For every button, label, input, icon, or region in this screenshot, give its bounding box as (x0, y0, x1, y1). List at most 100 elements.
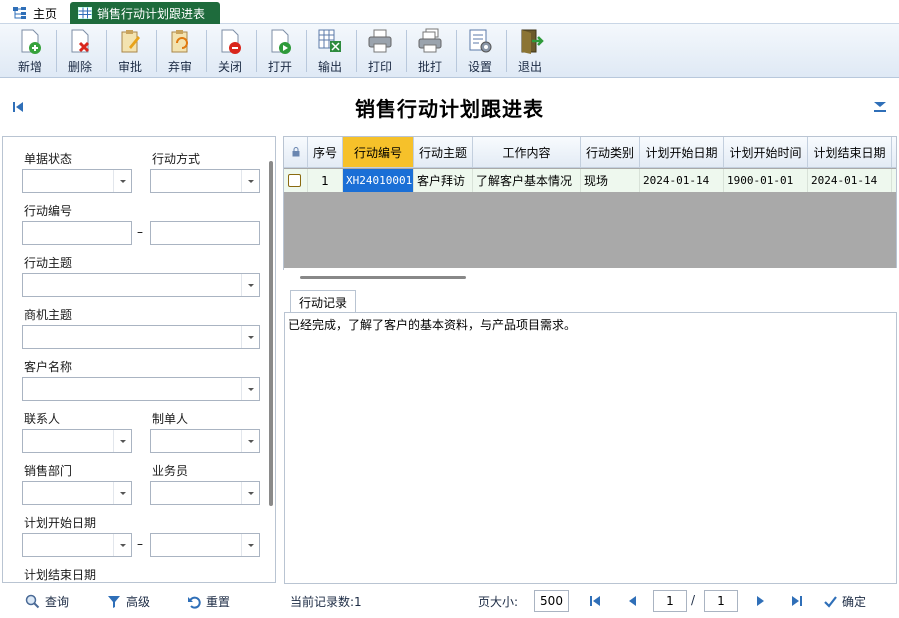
table-cell-seq[interactable]: 1 (308, 169, 343, 192)
table-cell-action-no[interactable]: XH24010001 (343, 169, 414, 192)
collapse-down-icon[interactable] (873, 101, 887, 113)
approve-icon (121, 30, 140, 53)
toolbar: 新增 删除 审批 弃审 关闭 打开 输出 打印 批打 设置 退出 (0, 24, 899, 78)
confirm-label: 确定 (842, 595, 867, 609)
delete-button[interactable]: 删除 (58, 27, 102, 75)
dept-label: 销售部门 (24, 464, 73, 478)
delete-label: 删除 (67, 60, 92, 74)
table-cell-content[interactable]: 了解客户基本情况 (473, 169, 581, 192)
chevron-down-icon[interactable] (241, 430, 259, 452)
query-button[interactable]: 查询 (25, 593, 69, 610)
advanced-label: 高级 (126, 595, 151, 609)
reset-button[interactable]: 重置 (187, 593, 230, 610)
col-header-category[interactable]: 行动类别 (581, 137, 640, 168)
action-subject-select[interactable] (22, 273, 260, 297)
row-checkbox-cell[interactable] (284, 169, 308, 192)
creator-select[interactable] (150, 429, 260, 453)
lock-icon (292, 147, 299, 157)
close-doc-button[interactable]: 关闭 (208, 27, 252, 75)
plan-start-from-select[interactable] (22, 533, 132, 557)
prev-page-icon[interactable] (627, 595, 637, 607)
filter-icon (108, 595, 120, 608)
table-cell-category[interactable]: 现场 (581, 169, 640, 192)
col-header-content[interactable]: 工作内容 (473, 137, 581, 168)
action-no-from-input[interactable] (22, 221, 132, 245)
opportunity-select[interactable] (22, 325, 260, 349)
unapprove-button[interactable]: 弃审 (158, 27, 202, 75)
opportunity-label: 商机主题 (24, 308, 73, 322)
table-cell-plan-end-date[interactable]: 2024-01-14 (808, 169, 892, 192)
settings-button[interactable]: 设置 (458, 27, 502, 75)
creator-label: 制单人 (152, 412, 189, 426)
chevron-down-icon[interactable] (113, 534, 131, 556)
open-doc-button[interactable]: 打开 (258, 27, 302, 75)
first-page-icon[interactable] (589, 595, 601, 607)
table-icon (78, 7, 92, 19)
row-checkbox[interactable] (288, 174, 301, 187)
data-grid: 序号 行动编号 行动主题 工作内容 行动类别 计划开始日期 计划开始时间 计划结… (283, 136, 897, 270)
chevron-down-icon[interactable] (241, 534, 259, 556)
grid-hscrollbar[interactable] (300, 276, 466, 279)
chevron-down-icon[interactable] (241, 326, 259, 348)
status-select[interactable] (22, 169, 132, 193)
plan-end-label: 计划结束日期 (24, 568, 97, 582)
current-page-input[interactable]: 1 (653, 590, 687, 612)
bottom-bar: 查询 高级 重置 当前记录数:1 页大小: 500 1 / 1 确定 (0, 585, 899, 618)
batch-print-button[interactable]: 批打 (408, 27, 452, 75)
action-mode-label: 行动方式 (152, 152, 201, 166)
col-header-action-no[interactable]: 行动编号 (343, 137, 414, 168)
open-doc-label: 打开 (267, 60, 292, 74)
action-no-to-input[interactable] (150, 221, 260, 245)
col-header-plan-start-time[interactable]: 计划开始时间 (724, 137, 808, 168)
salesman-select[interactable] (150, 481, 260, 505)
plan-start-to-select[interactable] (150, 533, 260, 557)
table-cell-plan-start-time[interactable]: 1900-01-01 (724, 169, 808, 192)
plan-start-label: 计划开始日期 (24, 516, 97, 530)
dept-select[interactable] (22, 481, 132, 505)
col-header-plan-start-date[interactable]: 计划开始日期 (640, 137, 724, 168)
advanced-button[interactable]: 高级 (107, 593, 150, 610)
col-header-plan-end-date[interactable]: 计划结束日期 (808, 137, 892, 168)
page-size-input[interactable]: 500 (534, 590, 569, 612)
next-page-icon[interactable] (756, 595, 766, 607)
print-button[interactable]: 打印 (358, 27, 402, 75)
chevron-down-icon[interactable] (113, 170, 131, 192)
new-button[interactable]: 新增 (8, 27, 52, 75)
filter-scrollbar[interactable] (269, 161, 273, 506)
reset-label: 重置 (206, 595, 231, 609)
tab-action-record[interactable]: 行动记录 (290, 290, 356, 313)
table-cell-subject[interactable]: 客户拜访 (414, 169, 473, 192)
table-cell-plan-start-date[interactable]: 2024-01-14 (640, 169, 724, 192)
contact-select[interactable] (22, 429, 132, 453)
exit-icon (521, 29, 544, 54)
confirm-button[interactable]: 确定 (824, 593, 866, 610)
chevron-down-icon[interactable] (241, 274, 259, 296)
approve-label: 审批 (117, 60, 142, 74)
tab-home[interactable]: 主页 (4, 2, 65, 24)
col-header-seq[interactable]: 序号 (308, 137, 343, 168)
last-page-icon[interactable] (791, 595, 803, 607)
action-no-label: 行动编号 (24, 204, 73, 218)
customer-select[interactable] (22, 377, 260, 401)
close-doc-label: 关闭 (217, 60, 242, 74)
tab-sales-plan[interactable]: 销售行动计划跟进表 (70, 2, 220, 24)
action-mode-select[interactable] (150, 169, 260, 193)
approve-button[interactable]: 审批 (108, 27, 152, 75)
export-button[interactable]: 输出 (308, 27, 352, 75)
batch-print-icon (418, 28, 442, 53)
page-separator: / (691, 593, 696, 607)
chevron-down-icon[interactable] (113, 482, 131, 504)
chevron-down-icon[interactable] (241, 170, 259, 192)
settings-label: 设置 (467, 60, 492, 74)
exit-button[interactable]: 退出 (508, 27, 552, 75)
undo-icon (188, 596, 201, 609)
exit-label: 退出 (517, 60, 542, 74)
lock-column-header[interactable] (284, 137, 308, 168)
chevron-down-icon[interactable] (241, 378, 259, 400)
col-header-subject[interactable]: 行动主题 (414, 137, 473, 168)
action-record-text[interactable]: 已经完成，了解了客户的基本资料，与产品项目需求。 (284, 312, 897, 584)
open-doc-icon (271, 29, 291, 54)
export-icon (318, 29, 341, 52)
chevron-down-icon[interactable] (241, 482, 259, 504)
chevron-down-icon[interactable] (113, 430, 131, 452)
